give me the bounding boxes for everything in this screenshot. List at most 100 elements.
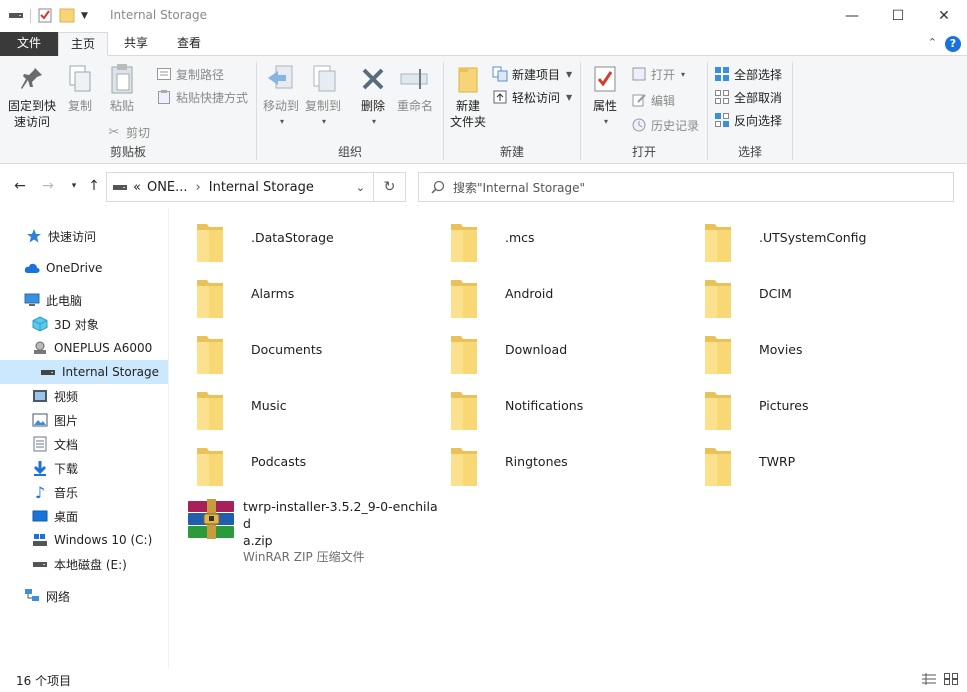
folder-name: Music xyxy=(251,398,287,413)
list-item-folder[interactable]: DCIM xyxy=(703,276,792,328)
select-all-button[interactable]: 全部选择 xyxy=(714,64,782,84)
organize-group-label: 组织 xyxy=(337,145,362,159)
list-item-folder[interactable]: Documents xyxy=(195,332,322,384)
list-item-folder[interactable]: Download xyxy=(449,332,567,384)
sidebar-item-this-pc[interactable]: 此电脑 xyxy=(0,288,168,312)
sidebar-item-e-drive[interactable]: 本地磁盘 (E:) xyxy=(0,552,168,576)
breadcrumb-current[interactable]: Internal Storage xyxy=(209,180,314,195)
list-item-folder[interactable]: Movies xyxy=(703,332,803,384)
folder-icon xyxy=(449,332,495,380)
copy-path-button[interactable]: 复制路径 xyxy=(156,64,224,84)
sidebar-item-oneplus[interactable]: ONEPLUS A6000 xyxy=(0,336,168,360)
paste-shortcut-label: 粘贴快捷方式 xyxy=(176,90,249,105)
folder-icon xyxy=(449,220,495,268)
sidebar-item-downloads[interactable]: 下载 xyxy=(0,456,168,480)
copy-to-button[interactable]: 复制到 ▾ xyxy=(303,62,343,130)
delete-label: 删除 xyxy=(360,99,385,113)
tab-view[interactable]: 查看 xyxy=(165,32,213,56)
list-item-folder[interactable]: TWRP xyxy=(703,444,795,496)
list-item-folder[interactable]: Podcasts xyxy=(195,444,306,496)
address-bar[interactable]: « ONE... › Internal Storage ⌄ xyxy=(106,172,374,202)
help-button[interactable]: ? xyxy=(945,36,961,52)
folder-icon xyxy=(703,444,749,492)
sidebar-item-onedrive[interactable]: OneDrive xyxy=(0,256,168,280)
sidebar-item-internal-storage[interactable]: Internal Storage xyxy=(0,360,168,384)
sidebar-item-pictures[interactable]: 图片 xyxy=(0,408,168,432)
list-item-folder[interactable]: Notifications xyxy=(449,388,583,440)
sidebar-item-label: 图片 xyxy=(54,413,79,428)
breadcrumb-separator-icon[interactable]: › xyxy=(196,180,201,195)
delete-button[interactable]: 删除 ▾ xyxy=(355,62,391,130)
breadcrumb-overflow[interactable]: « xyxy=(133,180,141,195)
search-box[interactable]: 搜索"Internal Storage" xyxy=(418,172,954,202)
pin-quick-access-button[interactable]: 固定到快 速访问 xyxy=(4,62,60,130)
paste-button[interactable]: 粘贴 xyxy=(102,62,142,114)
list-item-folder[interactable]: .DataStorage xyxy=(195,220,334,272)
sidebar-item-label: OneDrive xyxy=(46,261,103,275)
sidebar-item-c-drive[interactable]: Windows 10 (C:) xyxy=(0,528,168,552)
sidebar-item-network[interactable]: 网络 xyxy=(0,584,168,608)
list-item-folder[interactable]: Music xyxy=(195,388,287,440)
invert-selection-button[interactable]: 反向选择 xyxy=(714,110,782,130)
folder-icon xyxy=(449,444,495,492)
open-dropdown-icon: ▾ xyxy=(681,69,686,79)
organize-group: 移动到 ▾ 复制到 ▾ 删除 ▾ 重命名 组织 xyxy=(257,60,443,162)
tab-home[interactable]: 主页 xyxy=(58,32,108,56)
new-folder-qat-icon[interactable] xyxy=(59,7,75,26)
refresh-button[interactable]: ↻ xyxy=(374,172,406,202)
rename-button[interactable]: 重命名 xyxy=(395,62,435,114)
sidebar-item-quick-access[interactable]: 快速访问 xyxy=(0,224,168,248)
qat-dropdown-icon[interactable]: ▼ xyxy=(81,11,88,21)
new-folder-label-2: 文件夹 xyxy=(449,115,486,129)
cut-button[interactable]: ✂ 剪切 xyxy=(106,122,150,142)
folder-icon xyxy=(195,444,241,492)
open-label: 打开 xyxy=(651,67,676,82)
sidebar-item-documents[interactable]: 文档 xyxy=(0,432,168,456)
easy-access-button[interactable]: 轻松访问 ▼ xyxy=(492,87,572,107)
close-button[interactable]: ✕ xyxy=(921,0,967,32)
sidebar-item-desktop[interactable]: 桌面 xyxy=(0,504,168,528)
new-item-button[interactable]: 新建项目 ▼ xyxy=(492,64,572,84)
maximize-button[interactable]: ☐ xyxy=(875,0,921,32)
properties-button[interactable]: 属性 ▾ xyxy=(587,62,623,130)
details-view-button[interactable] xyxy=(921,672,937,688)
item-count: 16 个项目 xyxy=(16,674,72,688)
copy-button[interactable]: 复制 xyxy=(62,62,98,114)
large-icons-view-button[interactable] xyxy=(943,672,959,688)
collapse-ribbon-icon[interactable]: ⌃ xyxy=(928,36,937,49)
list-item-folder[interactable]: Android xyxy=(449,276,553,328)
up-button[interactable]: ↑ xyxy=(84,176,104,196)
tab-file[interactable]: 文件 xyxy=(0,32,58,56)
folder-name: DCIM xyxy=(759,286,792,301)
history-button[interactable]: 历史记录 xyxy=(631,115,699,135)
paste-shortcut-button[interactable]: 粘贴快捷方式 xyxy=(156,87,248,107)
list-item-folder[interactable]: Pictures xyxy=(703,388,809,440)
list-item-folder[interactable]: Ringtones xyxy=(449,444,568,496)
minimize-button[interactable]: — xyxy=(829,0,875,32)
sidebar-item-3d-objects[interactable]: 3D 对象 xyxy=(0,312,168,336)
folder-name: .DataStorage xyxy=(251,230,334,245)
os-drive-icon xyxy=(32,532,48,548)
list-item-folder[interactable]: .mcs xyxy=(449,220,535,272)
properties-qat-icon[interactable] xyxy=(37,7,53,26)
sidebar-item-music[interactable]: ♪ 音乐 xyxy=(0,480,168,504)
sidebar-item-label: 快速访问 xyxy=(48,229,97,244)
move-to-button[interactable]: 移动到 ▾ xyxy=(261,62,301,130)
pin-label-2: 速访问 xyxy=(13,115,50,129)
select-none-button[interactable]: 全部取消 xyxy=(714,87,782,107)
list-item-folder[interactable]: .UTSystemConfig xyxy=(703,220,866,272)
list-item-folder[interactable]: Alarms xyxy=(195,276,294,328)
back-button[interactable]: ← xyxy=(10,176,30,196)
recent-locations-button[interactable]: ▾ xyxy=(64,176,84,196)
tab-share[interactable]: 共享 xyxy=(112,32,160,56)
video-icon xyxy=(32,388,48,404)
star-icon xyxy=(26,228,42,244)
list-item-zip-file[interactable]: twrp-installer-3.5.2_9-0-enchilad a.zip … xyxy=(187,498,443,564)
breadcrumb-parent[interactable]: ONE... xyxy=(147,180,188,195)
open-button[interactable]: 打开 ▾ xyxy=(631,64,685,84)
edit-button[interactable]: 编辑 xyxy=(631,90,675,110)
forward-button[interactable]: → xyxy=(38,176,58,196)
sidebar-item-videos[interactable]: 视频 xyxy=(0,384,168,408)
address-dropdown-icon[interactable]: ⌄ xyxy=(356,181,365,194)
new-folder-button[interactable]: 新建 文件夹 xyxy=(446,62,490,130)
